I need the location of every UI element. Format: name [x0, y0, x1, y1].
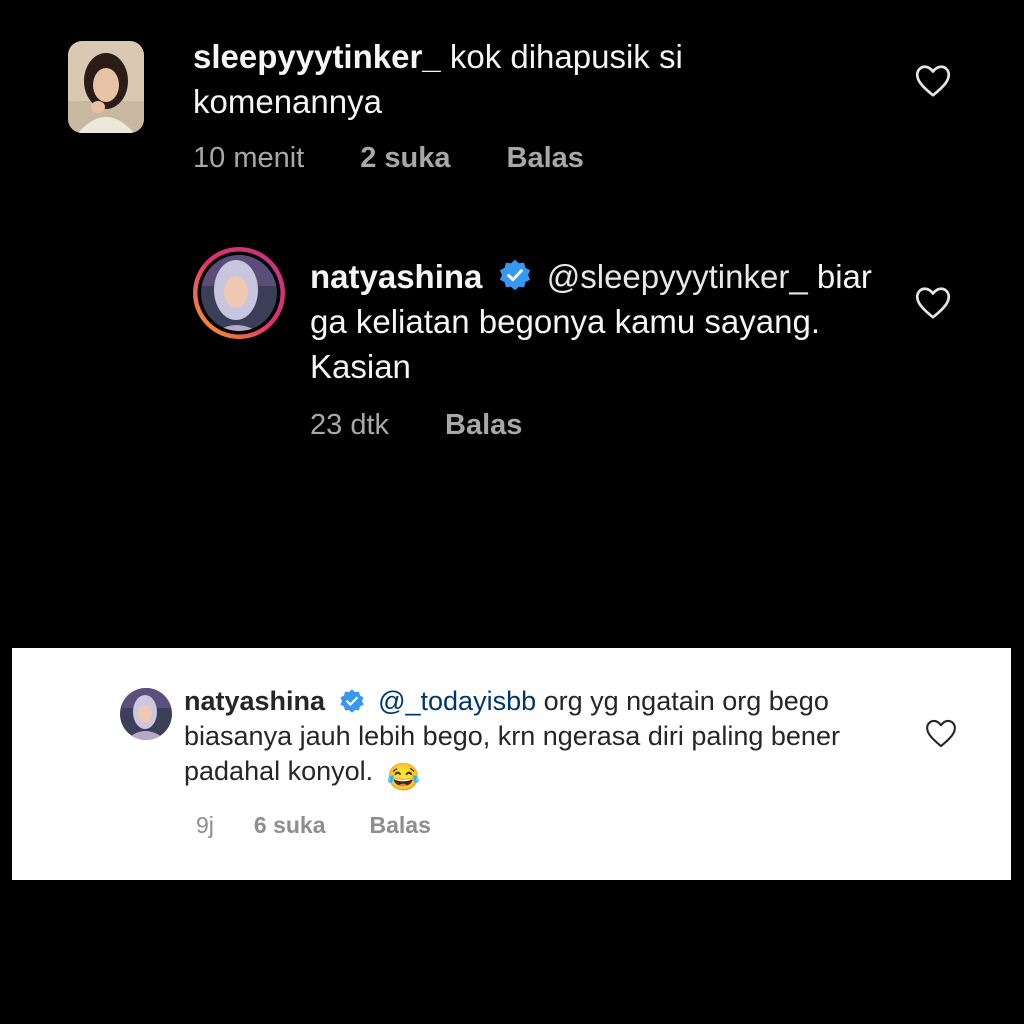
like-button[interactable] [915, 64, 951, 98]
avatar[interactable] [120, 688, 172, 740]
comment-username[interactable]: sleepyyytinker_ [193, 38, 441, 75]
likes-count-button[interactable]: 2 suka [360, 142, 450, 175]
verified-badge-icon [340, 689, 364, 713]
heart-outline-icon [915, 65, 951, 97]
comment-time: 23 dtk [310, 409, 389, 441]
comment-body: sleepyyytinker_ kok dihapusik si komenan… [193, 34, 793, 124]
laughing-tears-emoji: 😂 [386, 762, 421, 792]
profile-photo-icon [68, 41, 144, 133]
likes-count-button[interactable]: 6 suka [254, 812, 326, 839]
heart-outline-icon [926, 719, 956, 748]
reply-button[interactable]: Balas [507, 142, 584, 175]
story-ring-avatar-icon [193, 247, 285, 339]
like-button[interactable] [915, 286, 951, 320]
comment-meta: 9j 6 suka Balas [196, 812, 431, 839]
comment-time: 10 menit [193, 142, 305, 174]
profile-photo-icon [120, 688, 172, 740]
avatar[interactable] [192, 246, 286, 340]
avatar[interactable] [68, 41, 144, 133]
comment-username[interactable]: natyashina [310, 258, 482, 295]
reply-button[interactable]: Balas [370, 812, 431, 839]
comment-meta: 10 menit 2 suka Balas [193, 142, 584, 175]
dark-comment-thread: sleepyyytinker_ kok dihapusik si komenan… [0, 0, 1024, 640]
comment-username[interactable]: natyashina [184, 686, 325, 716]
mention-link[interactable]: @_todayisbb [378, 686, 536, 716]
verified-badge-icon [499, 259, 530, 291]
comment-meta: 23 dtk Balas [310, 409, 522, 442]
mention-link[interactable]: @sleepyyytinker_ [547, 258, 808, 295]
like-button[interactable] [925, 719, 957, 748]
comment-body: natyashina @sleepyyytinker_ biar ga keli… [310, 254, 890, 389]
comment-time: 9j [196, 812, 214, 838]
reply-button[interactable]: Balas [445, 409, 522, 442]
heart-outline-icon [915, 287, 951, 319]
comment-body: natyashina @_todayisbb org yg ngatain or… [184, 684, 874, 795]
